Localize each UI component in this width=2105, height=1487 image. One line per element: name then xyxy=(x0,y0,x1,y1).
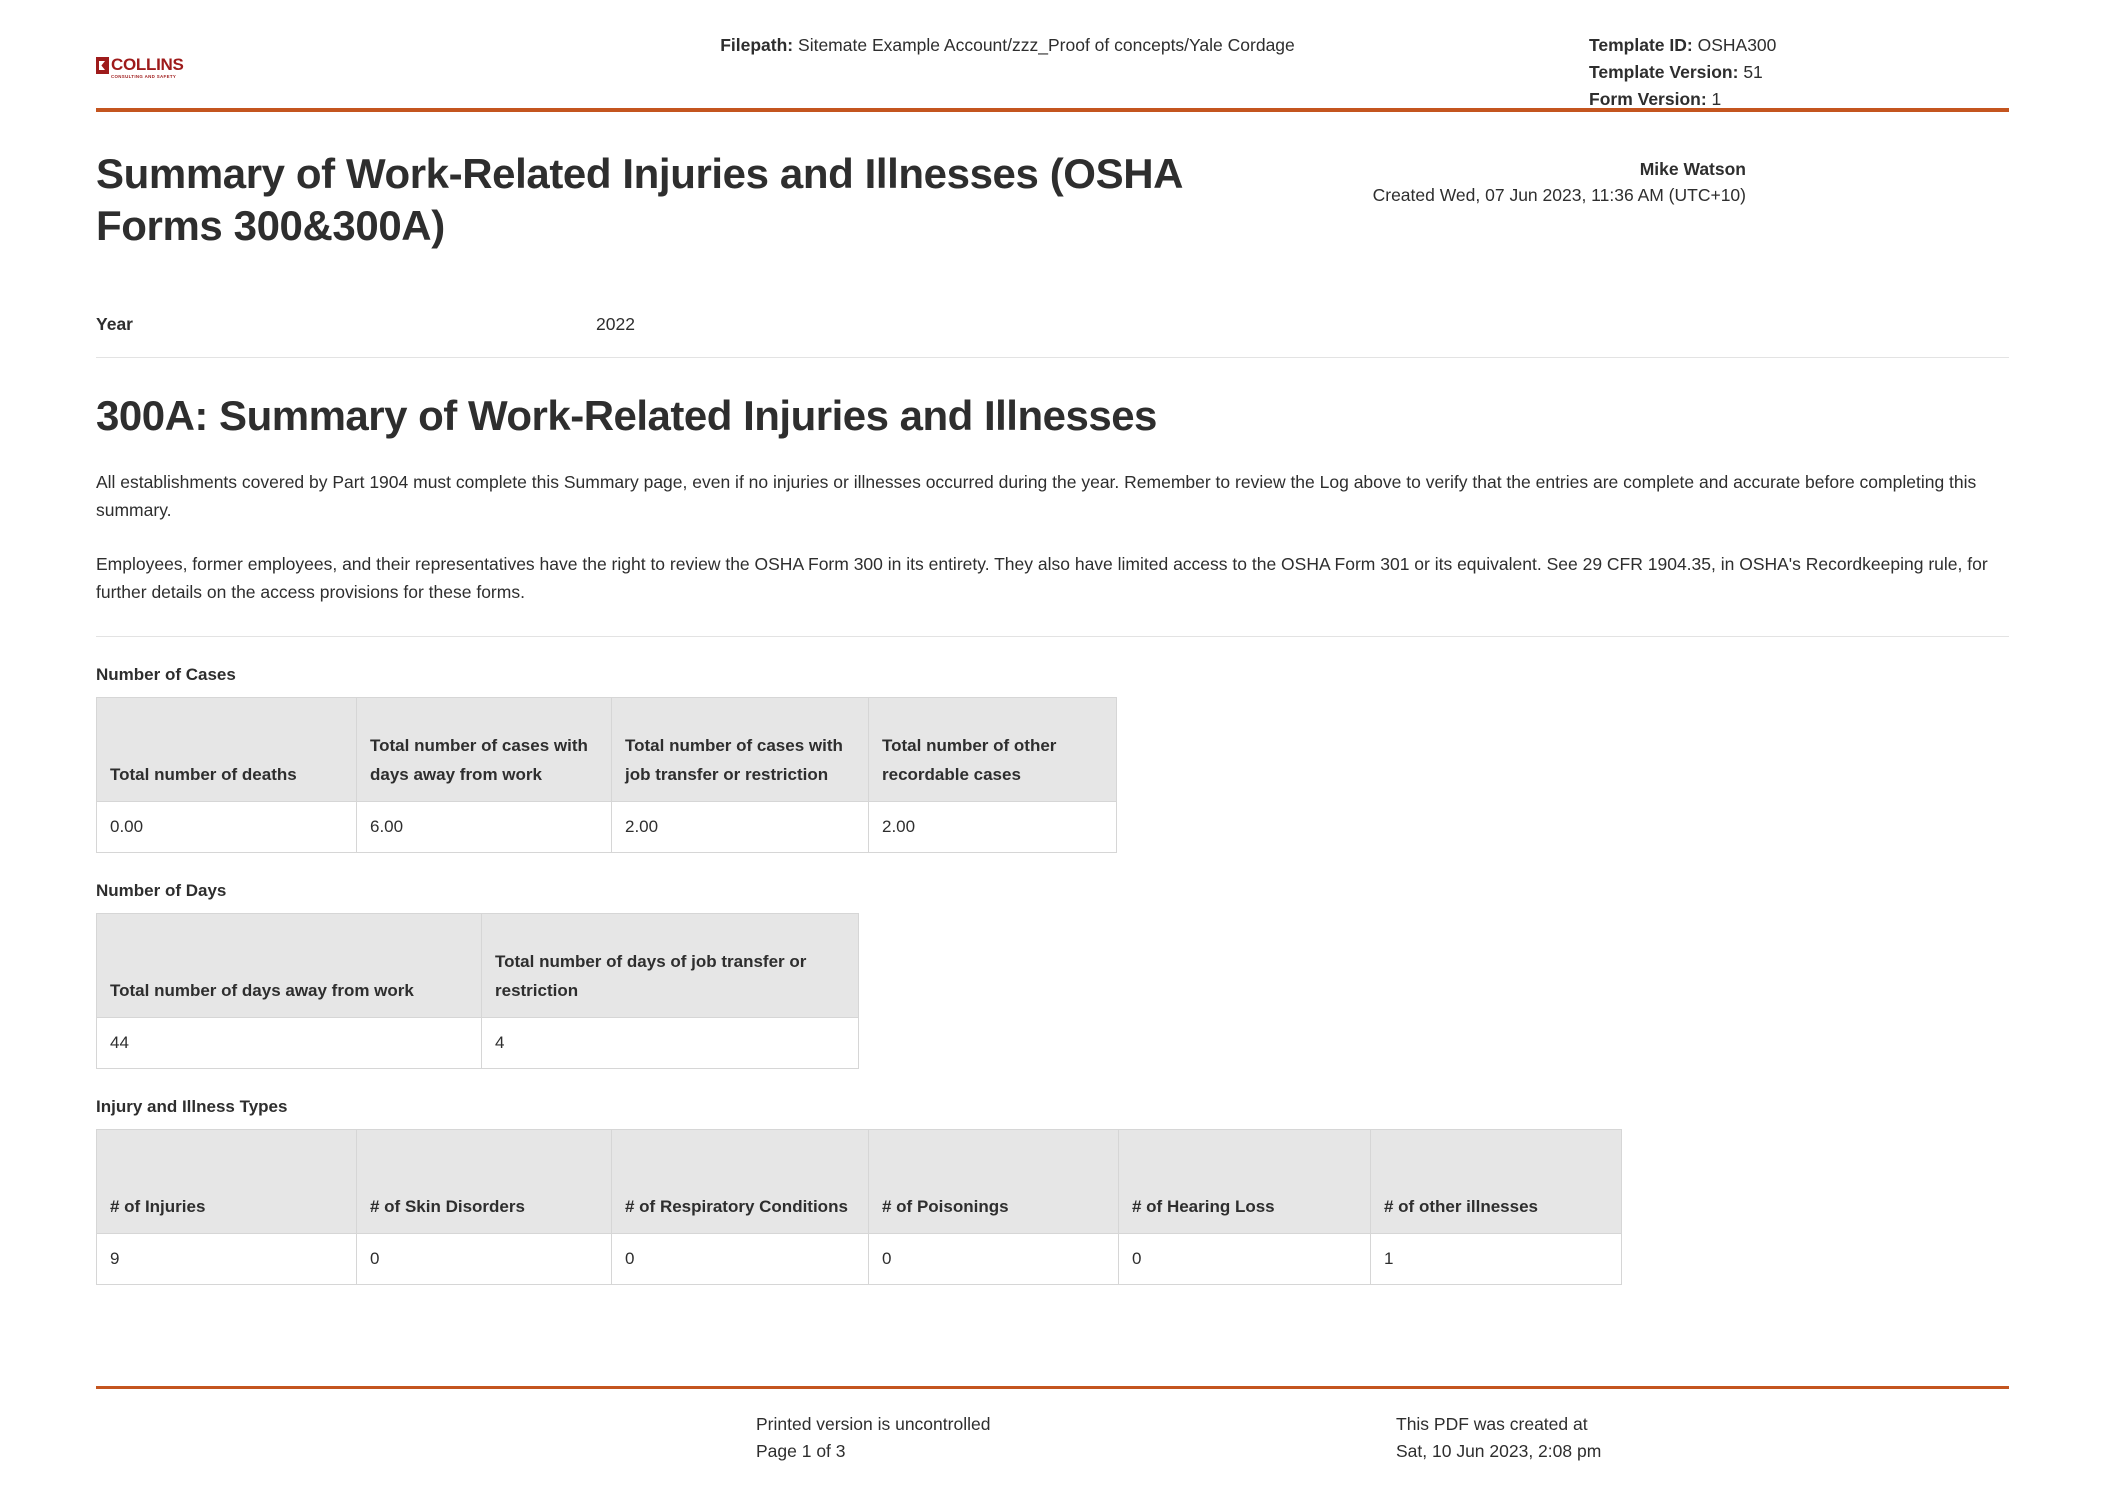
section-paragraph-2: Employees, former employees, and their r… xyxy=(96,554,1988,602)
filepath-value: Sitemate Example Account/zzz_Proof of co… xyxy=(798,35,1295,55)
table-cell: 0 xyxy=(611,1233,869,1285)
column-header: Total number of other recordable cases xyxy=(868,697,1117,802)
table-header-row: Total number of deaths Total number of c… xyxy=(96,697,1117,802)
section-heading: 300A: Summary of Work-Related Injuries a… xyxy=(96,392,1157,439)
table-row: 9 0 0 0 0 1 xyxy=(96,1233,1622,1285)
table-row: 0.00 6.00 2.00 2.00 xyxy=(96,801,1117,853)
page-number: Page 1 of 3 xyxy=(756,1441,846,1461)
column-header: # of other illnesses xyxy=(1370,1129,1622,1234)
injury-illness-types-label: Injury and Illness Types xyxy=(96,1097,288,1116)
template-id-label: Template ID: xyxy=(1589,35,1693,55)
filepath-label: Filepath: xyxy=(720,35,794,55)
number-of-cases-label: Number of Cases xyxy=(96,665,236,684)
table-cell: 2.00 xyxy=(611,801,869,853)
logo-wordmark: COLLINS xyxy=(111,55,184,74)
section-intro: 300A: Summary of Work-Related Injuries a… xyxy=(96,390,2009,637)
pdf-created-date: Sat, 10 Jun 2023, 2:08 pm xyxy=(1396,1441,1602,1461)
year-value: 2022 xyxy=(596,314,635,334)
column-header: Total number of days of job transfer or … xyxy=(481,913,859,1018)
form-version-value: 1 xyxy=(1711,89,1722,109)
template-id-row: Template ID: OSHA300 xyxy=(1589,32,2009,59)
table-cell: 0 xyxy=(868,1233,1119,1285)
column-header: # of Skin Disorders xyxy=(356,1129,612,1234)
table-cell: 9 xyxy=(96,1233,357,1285)
template-metadata: Template ID: OSHA300 Template Version: 5… xyxy=(1589,26,2009,113)
column-header: Total number of cases with job transfer … xyxy=(611,697,869,802)
table-cell: 0 xyxy=(1118,1233,1371,1285)
template-version-label: Template Version: xyxy=(1589,62,1739,82)
table-cell: 44 xyxy=(96,1017,482,1069)
footer-left: Printed version is uncontrolled Page 1 o… xyxy=(756,1411,1396,1465)
table-cell: 4 xyxy=(481,1017,859,1069)
section-paragraph-1: All establishments covered by Part 1904 … xyxy=(96,472,1977,520)
column-header: Total number of days away from work xyxy=(96,913,482,1018)
filepath: Filepath: Sitemate Example Account/zzz_P… xyxy=(426,26,1589,58)
table-header-row: # of Injuries # of Skin Disorders # of R… xyxy=(96,1129,1622,1234)
template-id-value: OSHA300 xyxy=(1697,35,1777,55)
printed-notice: Printed version is uncontrolled xyxy=(756,1414,991,1434)
collins-logo-mark-icon xyxy=(96,57,109,74)
brand-logo: COLLINS CONSULTING AND SAFETY xyxy=(96,26,426,79)
table-cell: 1 xyxy=(1370,1233,1622,1285)
column-header: # of Respiratory Conditions xyxy=(611,1129,869,1234)
table-row: 44 4 xyxy=(96,1017,859,1069)
number-of-days-table: Total number of days away from work Tota… xyxy=(96,913,859,1069)
form-version-label: Form Version: xyxy=(1589,89,1707,109)
created-timestamp: Created Wed, 07 Jun 2023, 11:36 AM (UTC+… xyxy=(1372,185,1746,205)
logo-subtitle: CONSULTING AND SAFETY xyxy=(111,73,177,79)
table-cell: 0.00 xyxy=(96,801,357,853)
table-cell: 0 xyxy=(356,1233,612,1285)
table-header-row: Total number of days away from work Tota… xyxy=(96,913,859,1018)
year-field-row: Year 2022 xyxy=(96,252,2009,358)
author-metadata: Mike Watson Created Wed, 07 Jun 2023, 11… xyxy=(1276,148,1746,208)
table-cell: 2.00 xyxy=(868,801,1117,853)
column-header: # of Poisonings xyxy=(868,1129,1119,1234)
column-header: Total number of cases with days away fro… xyxy=(356,697,612,802)
footer-right: This PDF was created at Sat, 10 Jun 2023… xyxy=(1396,1411,2009,1465)
form-version-row: Form Version: 1 xyxy=(1589,86,2009,113)
page-title: Summary of Work-Related Injuries and Ill… xyxy=(96,150,1182,249)
pdf-created-notice: This PDF was created at xyxy=(1396,1414,1588,1434)
column-header: Total number of deaths xyxy=(96,697,357,802)
template-version-row: Template Version: 51 xyxy=(1589,59,2009,86)
column-header: # of Hearing Loss xyxy=(1118,1129,1371,1234)
number-of-days-label: Number of Days xyxy=(96,881,227,900)
title-row: Summary of Work-Related Injuries and Ill… xyxy=(96,112,2009,252)
number-of-cases-table: Total number of deaths Total number of c… xyxy=(96,697,1117,853)
template-version-value: 51 xyxy=(1743,62,1763,82)
author-name: Mike Watson xyxy=(1639,159,1746,179)
document-header: COLLINS CONSULTING AND SAFETY Filepath: … xyxy=(96,0,2009,109)
document-page: COLLINS CONSULTING AND SAFETY Filepath: … xyxy=(0,0,2105,1487)
injury-illness-types-table: # of Injuries # of Skin Disorders # of R… xyxy=(96,1129,1622,1285)
document-footer: Printed version is uncontrolled Page 1 o… xyxy=(96,1386,2009,1465)
year-label: Year xyxy=(96,314,133,334)
column-header: # of Injuries xyxy=(96,1129,357,1234)
table-cell: 6.00 xyxy=(356,801,612,853)
